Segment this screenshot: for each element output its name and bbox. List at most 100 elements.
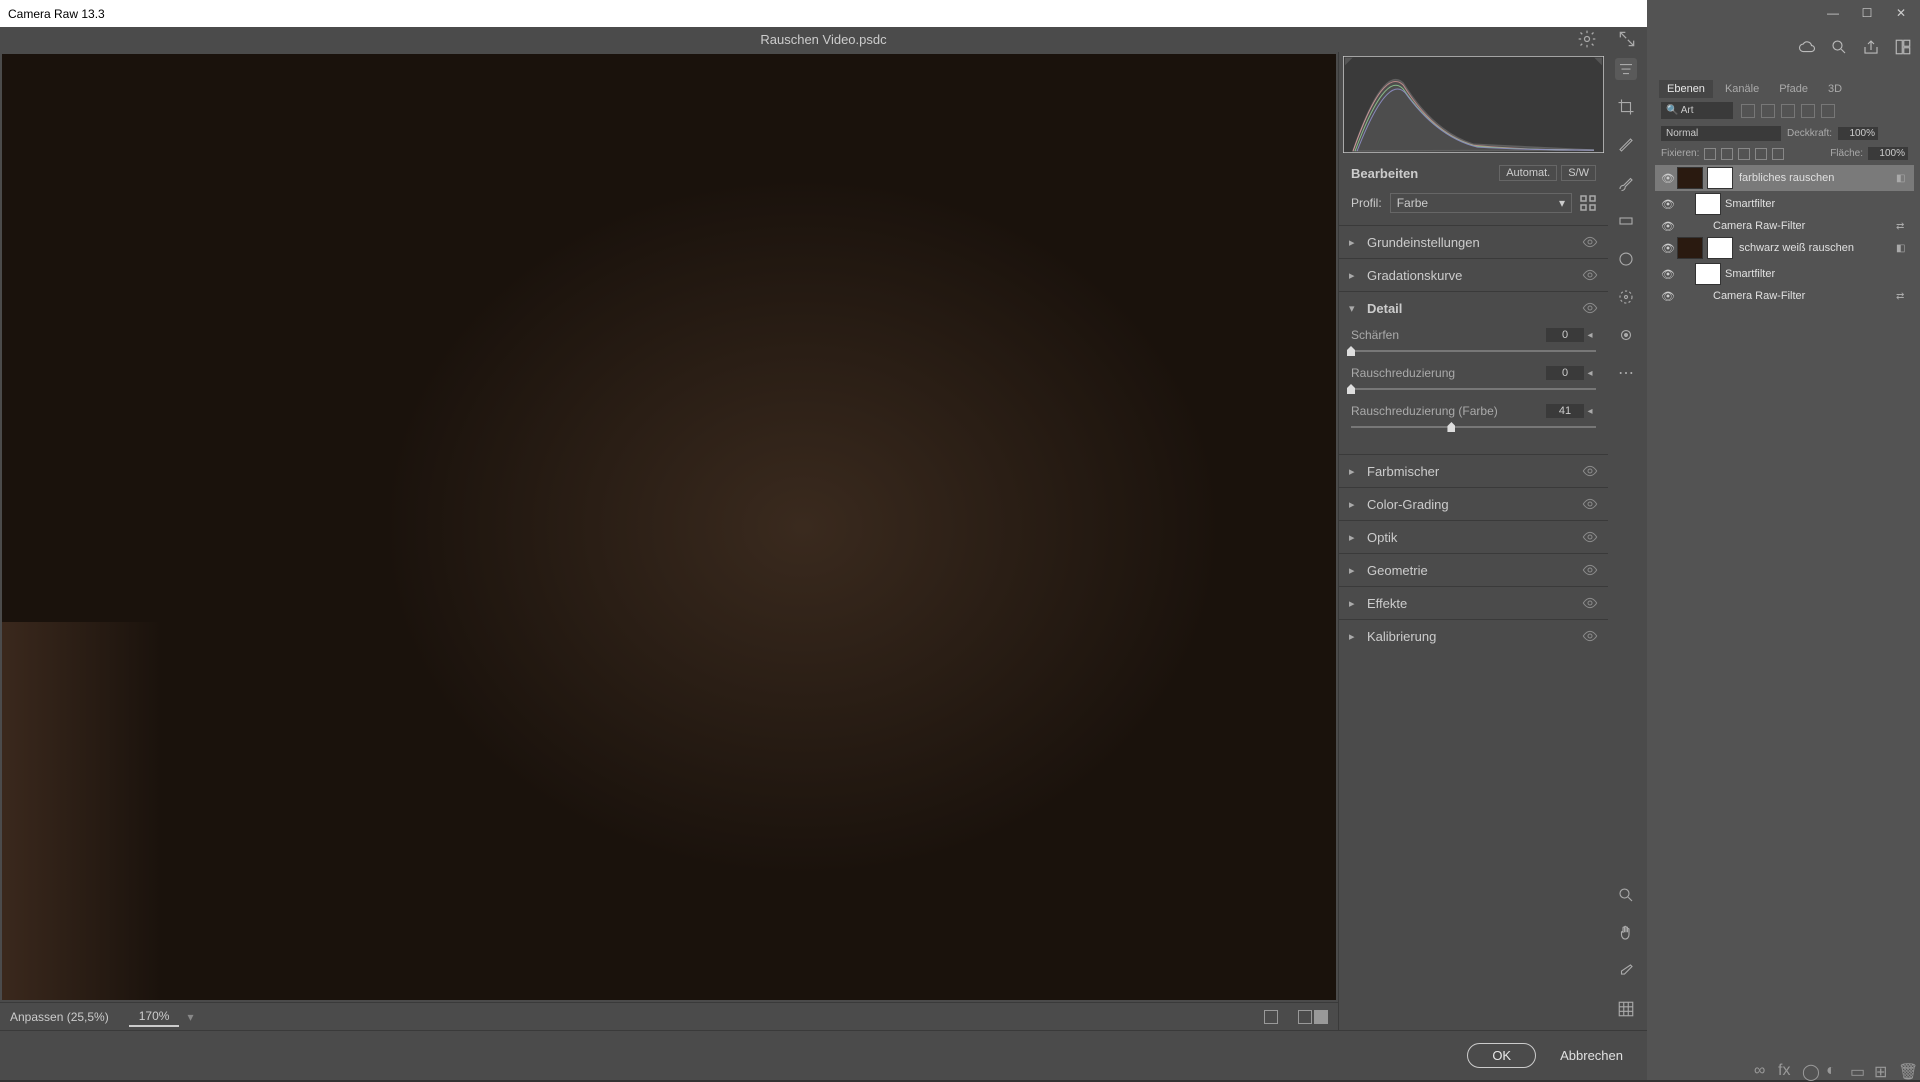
tab-channels[interactable]: Kanäle: [1717, 80, 1767, 98]
close-icon[interactable]: ✕: [1888, 4, 1914, 22]
lock-pixel-icon[interactable]: [1721, 148, 1733, 160]
filter-adjust-icon[interactable]: [1761, 104, 1775, 118]
new-layer-icon[interactable]: ⊞: [1874, 1062, 1888, 1076]
adjustment-icon[interactable]: ◐: [1826, 1062, 1840, 1076]
redeye-tool-icon[interactable]: [1615, 324, 1637, 346]
visibility-icon[interactable]: 👁: [1659, 267, 1677, 281]
zoom-tool-icon[interactable]: [1615, 884, 1637, 906]
eye-icon[interactable]: [1582, 628, 1598, 644]
fullscreen-icon[interactable]: [1617, 29, 1637, 49]
minimize-icon[interactable]: —: [1820, 4, 1846, 22]
edit-tool-icon[interactable]: [1615, 58, 1637, 80]
histogram[interactable]: ◤ ◥: [1339, 52, 1608, 157]
sharpen-value-input[interactable]: [1546, 328, 1584, 342]
shadow-clip-icon[interactable]: ◤: [1345, 56, 1353, 67]
eye-icon[interactable]: [1582, 595, 1598, 611]
ok-button[interactable]: OK: [1467, 1043, 1536, 1068]
maximize-icon[interactable]: ☐: [1854, 4, 1880, 22]
tab-3d[interactable]: 3D: [1820, 80, 1850, 98]
expand-icon[interactable]: ◂: [1584, 406, 1596, 417]
before-after-icon[interactable]: [1298, 1010, 1328, 1024]
expand-icon[interactable]: ◂: [1584, 330, 1596, 341]
smartfilter-row-2[interactable]: 👁 Smartfilter: [1655, 261, 1914, 287]
eye-icon[interactable]: [1582, 562, 1598, 578]
filter-smart-icon[interactable]: [1821, 104, 1835, 118]
eyedropper-tool-icon[interactable]: [1615, 286, 1637, 308]
eye-icon[interactable]: [1582, 300, 1598, 316]
lock-pos-icon[interactable]: [1738, 148, 1750, 160]
noise-value-input[interactable]: [1546, 366, 1584, 380]
lock-nest-icon[interactable]: [1755, 148, 1767, 160]
trash-icon[interactable]: 🗑: [1898, 1062, 1912, 1076]
section-effects[interactable]: ▸Effekte: [1339, 587, 1608, 619]
grid-tool-icon[interactable]: [1615, 998, 1637, 1020]
filter-mask[interactable]: [1695, 263, 1721, 285]
eye-icon[interactable]: [1582, 234, 1598, 250]
fill-input[interactable]: [1868, 147, 1908, 160]
visibility-icon[interactable]: 👁: [1659, 219, 1677, 233]
eye-icon[interactable]: [1582, 463, 1598, 479]
opacity-input[interactable]: [1838, 127, 1878, 140]
blend-mode-select[interactable]: Normal: [1661, 126, 1781, 141]
layer-farbliches-rauschen[interactable]: 👁 farbliches rauschen ◧: [1655, 165, 1914, 191]
radial-tool-icon[interactable]: [1615, 248, 1637, 270]
section-curve[interactable]: ▸Gradationskurve: [1339, 259, 1608, 291]
eye-icon[interactable]: [1582, 529, 1598, 545]
visibility-icon[interactable]: 👁: [1659, 171, 1677, 185]
section-grading[interactable]: ▸Color-Grading: [1339, 488, 1608, 520]
filter-shape-icon[interactable]: [1801, 104, 1815, 118]
expand-icon[interactable]: ◂: [1584, 368, 1596, 379]
section-mixer[interactable]: ▸Farbmischer: [1339, 455, 1608, 487]
layer-filter-kind[interactable]: Art: [1661, 102, 1733, 119]
gear-icon[interactable]: [1577, 29, 1597, 49]
gradient-tool-icon[interactable]: [1615, 210, 1637, 232]
crop-tool-icon[interactable]: [1615, 96, 1637, 118]
color-noise-slider[interactable]: [1351, 426, 1596, 428]
mask-icon[interactable]: ◯: [1802, 1062, 1816, 1076]
before-view-icon[interactable]: [1264, 1010, 1278, 1024]
section-geometry[interactable]: ▸Geometrie: [1339, 554, 1608, 586]
camera-raw-filter-row-1[interactable]: 👁 Camera Raw-Filter ⇄: [1655, 217, 1914, 235]
eye-icon[interactable]: [1582, 267, 1598, 283]
layer-mask[interactable]: [1707, 167, 1733, 189]
preview-image[interactable]: [2, 54, 1336, 1000]
layer-schwarz-weiss-rauschen[interactable]: 👁 schwarz weiß rauschen ◧: [1655, 235, 1914, 261]
visibility-icon[interactable]: 👁: [1659, 241, 1677, 255]
noise-slider[interactable]: [1351, 388, 1596, 390]
cloud-icon[interactable]: [1798, 38, 1816, 56]
section-optics[interactable]: ▸Optik: [1339, 521, 1608, 553]
layer-mask[interactable]: [1707, 237, 1733, 259]
cancel-button[interactable]: Abbrechen: [1560, 1048, 1623, 1063]
workspace-icon[interactable]: [1894, 38, 1912, 56]
highlight-clip-icon[interactable]: ◥: [1594, 56, 1602, 67]
bw-button[interactable]: S/W: [1561, 165, 1596, 181]
fx-icon[interactable]: fx: [1778, 1062, 1792, 1076]
filter-pixel-icon[interactable]: [1741, 104, 1755, 118]
tab-paths[interactable]: Pfade: [1771, 80, 1816, 98]
heal-tool-icon[interactable]: [1615, 134, 1637, 156]
camera-raw-titlebar[interactable]: Camera Raw 13.3: [0, 0, 1647, 27]
fit-label[interactable]: Anpassen (25,5%): [10, 1010, 109, 1024]
visibility-icon[interactable]: 👁: [1659, 197, 1677, 211]
section-basic[interactable]: ▸Grundeinstellungen: [1339, 226, 1608, 258]
auto-button[interactable]: Automat.: [1499, 165, 1557, 181]
brush-tool-icon[interactable]: [1615, 172, 1637, 194]
more-icon[interactable]: ⋯: [1615, 362, 1637, 384]
smartfilter-row-1[interactable]: 👁 Smartfilter: [1655, 191, 1914, 217]
hand-tool-icon[interactable]: [1615, 922, 1637, 944]
tab-layers[interactable]: Ebenen: [1659, 80, 1713, 98]
section-calibration[interactable]: ▸Kalibrierung: [1339, 620, 1608, 652]
filter-options-icon[interactable]: ⇄: [1896, 221, 1910, 232]
profile-browser-icon[interactable]: [1580, 195, 1596, 211]
section-detail[interactable]: ▾Detail: [1339, 292, 1608, 324]
camera-raw-filter-row-2[interactable]: 👁 Camera Raw-Filter ⇄: [1655, 287, 1914, 305]
zoom-value[interactable]: 170%: [129, 1007, 180, 1027]
group-icon[interactable]: ▭: [1850, 1062, 1864, 1076]
filter-type-icon[interactable]: [1781, 104, 1795, 118]
lock-trans-icon[interactable]: [1704, 148, 1716, 160]
filter-options-icon[interactable]: ⇄: [1896, 291, 1910, 302]
share-icon[interactable]: [1862, 38, 1880, 56]
sampler-tool-icon[interactable]: [1615, 960, 1637, 982]
lock-all-icon[interactable]: [1772, 148, 1784, 160]
sharpen-slider[interactable]: [1351, 350, 1596, 352]
